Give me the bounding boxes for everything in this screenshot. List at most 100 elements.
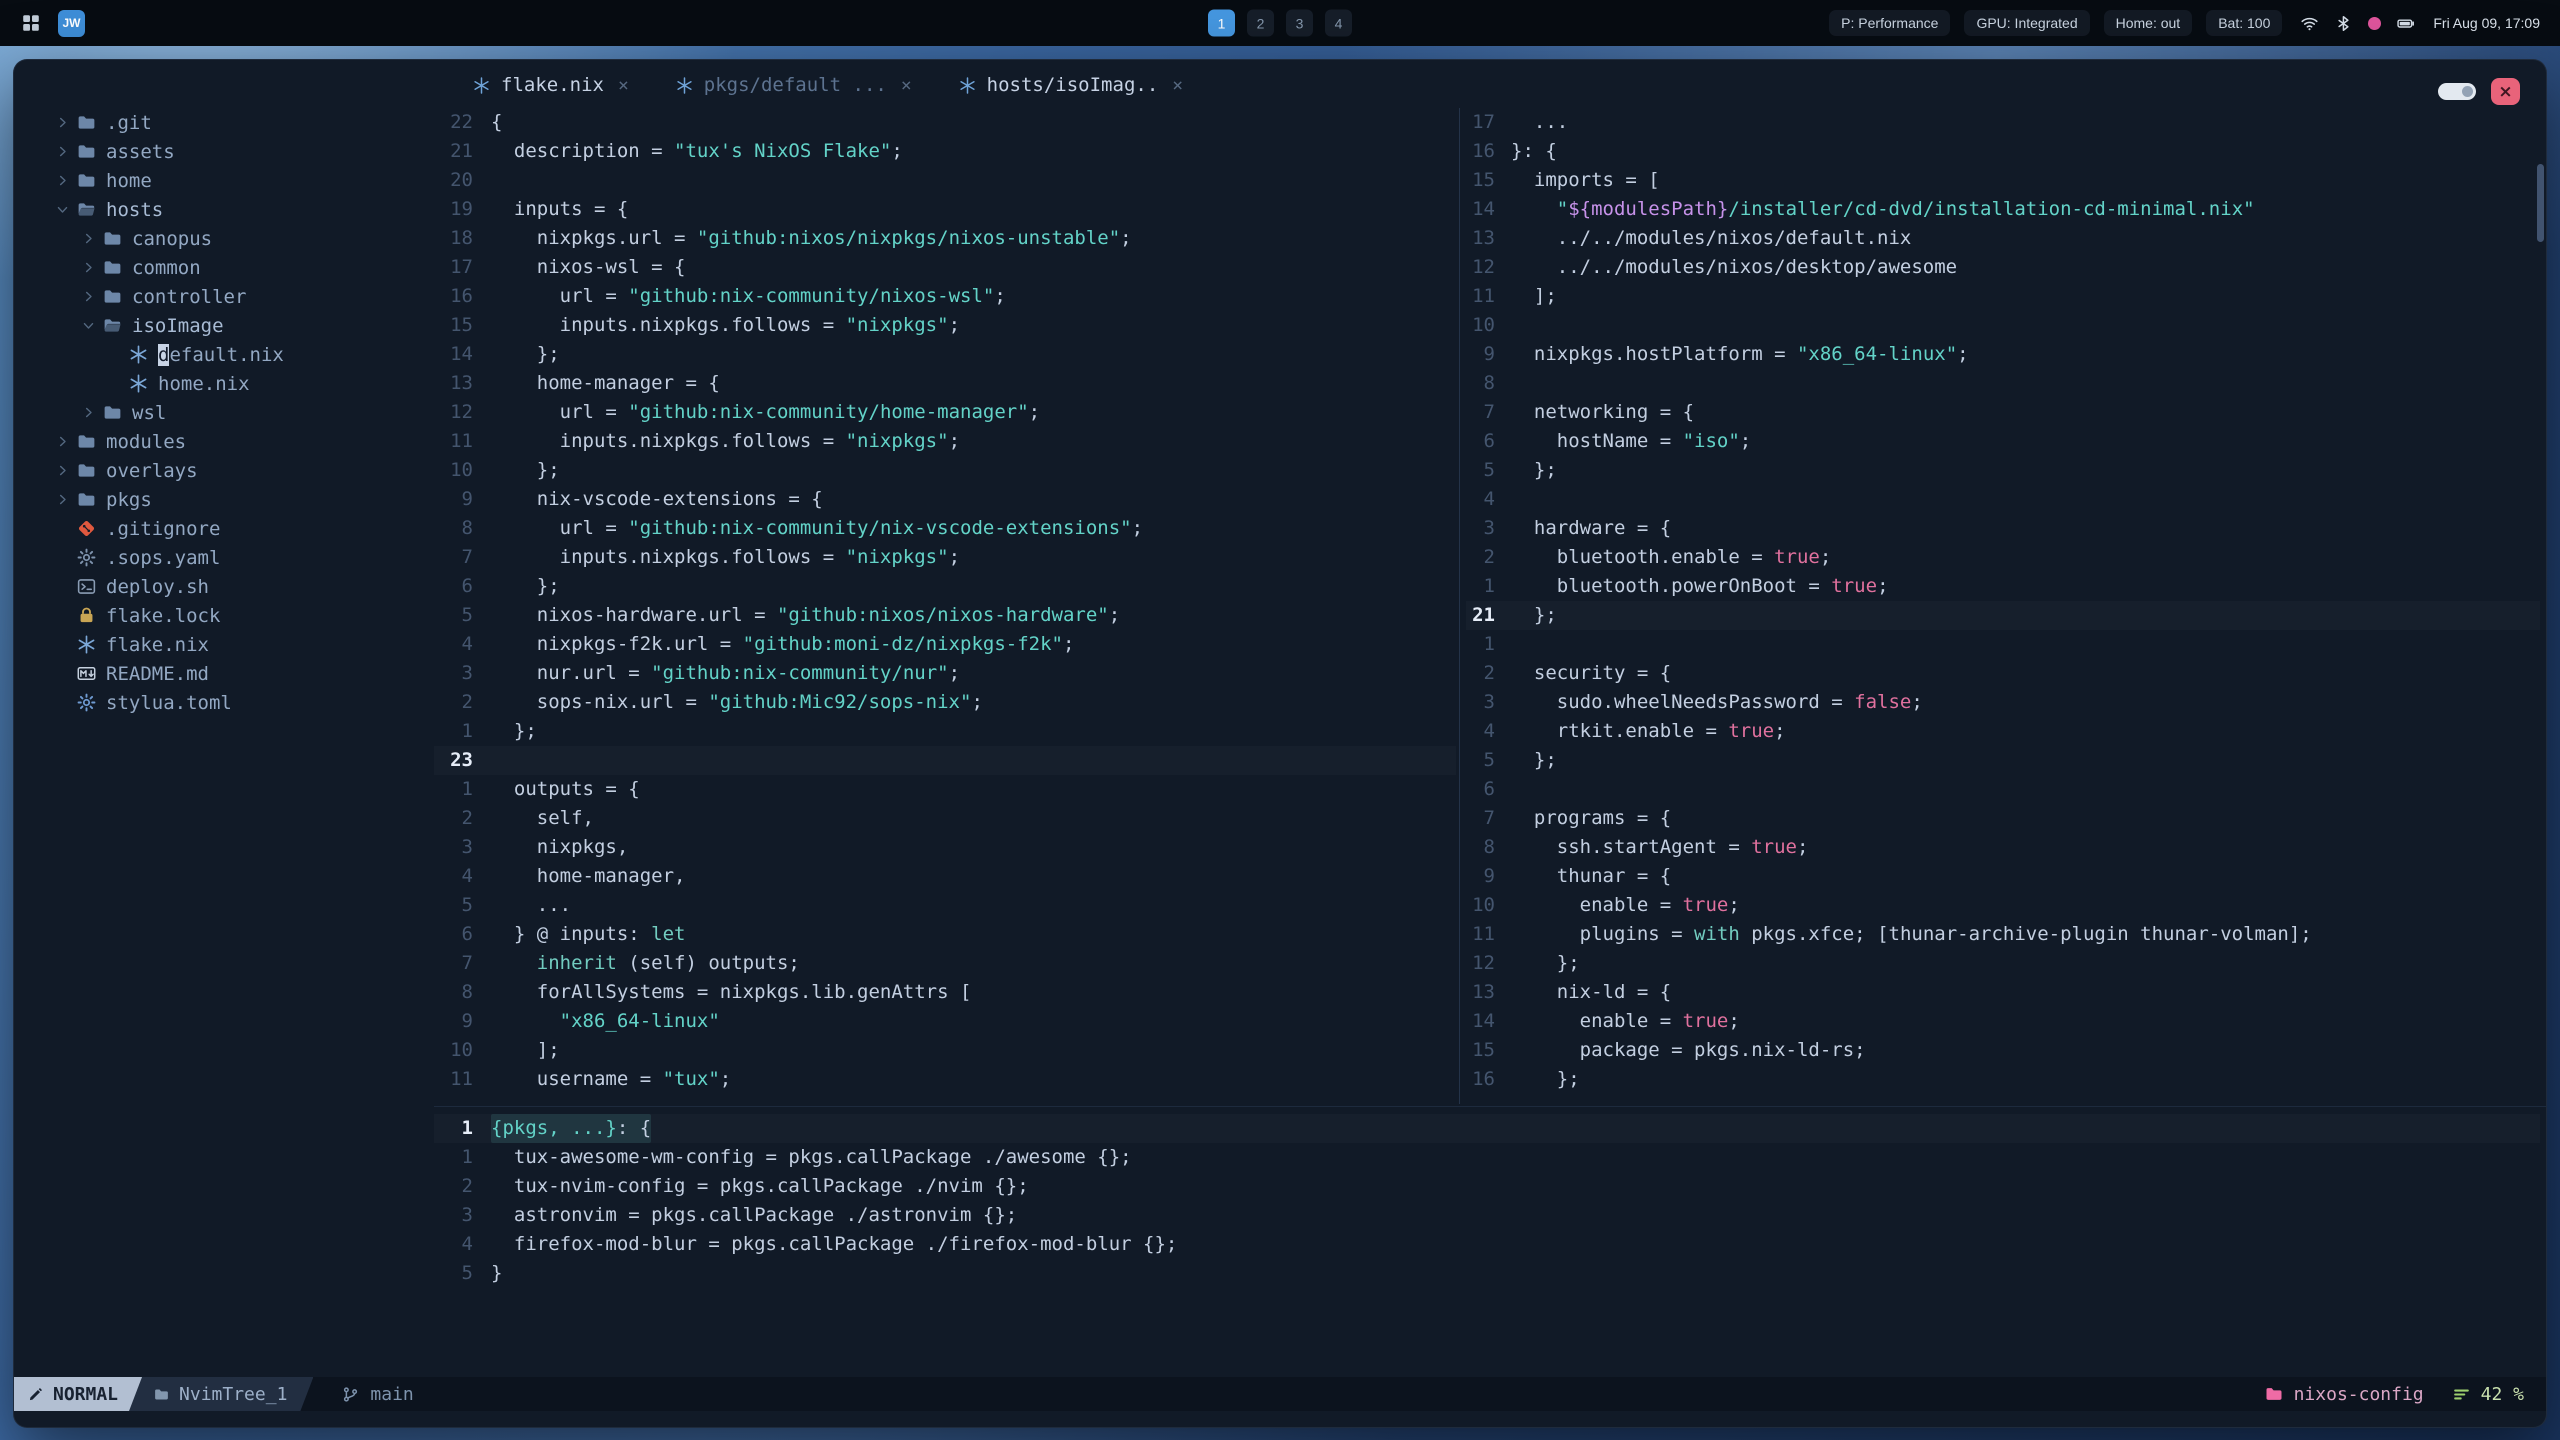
editor-flake-nix[interactable]: 22{21 description = "tux's NixOS Flake";… xyxy=(434,108,1456,1094)
code-line[interactable]: 8 url = "github:nix-community/nix-vscode… xyxy=(434,514,1456,543)
code-line[interactable]: 9 nixpkgs.hostPlatform = "x86_64-linux"; xyxy=(1466,340,2540,369)
code-line[interactable]: 14 }; xyxy=(434,340,1456,369)
code-line[interactable]: 6 }; xyxy=(434,572,1456,601)
tab-hosts-isoimag-[interactable]: hosts/isoImag.. × xyxy=(958,74,1183,96)
code-line[interactable]: 3 nixpkgs, xyxy=(434,833,1456,862)
code-line[interactable]: 14 "${modulesPath}/installer/cd-dvd/inst… xyxy=(1466,195,2540,224)
tab-close-icon[interactable]: × xyxy=(618,75,629,96)
code-line[interactable]: 14 enable = true; xyxy=(1466,1007,2540,1036)
tree-item-isoimage[interactable]: isoImage xyxy=(14,311,434,340)
code-line[interactable]: 5 }; xyxy=(1466,746,2540,775)
chevron-right-icon[interactable] xyxy=(50,172,74,190)
chevron-right-icon[interactable] xyxy=(50,114,74,132)
code-line[interactable]: 6 xyxy=(1466,775,2540,804)
tree-item-deploy-sh[interactable]: deploy.sh xyxy=(14,572,434,601)
code-line[interactable]: 19 inputs = { xyxy=(434,195,1456,224)
code-line[interactable]: 7 inputs.nixpkgs.follows = "nixpkgs"; xyxy=(434,543,1456,572)
tree-item-flake-nix[interactable]: flake.nix xyxy=(14,630,434,659)
workspace-4[interactable]: 4 xyxy=(1325,9,1352,37)
code-line[interactable]: 8 ssh.startAgent = true; xyxy=(1466,833,2540,862)
code-line[interactable]: 15 package = pkgs.nix-ld-rs; xyxy=(1466,1036,2540,1065)
code-line[interactable]: 21 }; xyxy=(1466,601,2540,630)
chevron-right-icon[interactable] xyxy=(76,288,100,306)
chevron-right-icon[interactable] xyxy=(76,259,100,277)
tree-item-overlays[interactable]: overlays xyxy=(14,456,434,485)
chevron-right-icon[interactable] xyxy=(76,404,100,422)
code-line[interactable]: 11 plugins = with pkgs.xfce; [thunar-arc… xyxy=(1466,920,2540,949)
tab-close-icon[interactable]: × xyxy=(901,75,912,96)
code-line[interactable]: 6 } @ inputs: let xyxy=(434,920,1456,949)
window-toggle[interactable] xyxy=(2438,83,2476,100)
code-line[interactable]: 15 inputs.nixpkgs.follows = "nixpkgs"; xyxy=(434,311,1456,340)
chevron-right-icon[interactable] xyxy=(76,230,100,248)
workspace-2[interactable]: 2 xyxy=(1247,9,1274,37)
code-line[interactable]: 11 username = "tux"; xyxy=(434,1065,1456,1094)
chevron-right-icon[interactable] xyxy=(50,143,74,161)
tree-item--sops-yaml[interactable]: .sops.yaml xyxy=(14,543,434,572)
code-line[interactable]: 9 "x86_64-linux" xyxy=(434,1007,1456,1036)
tree-item-home-nix[interactable]: home.nix xyxy=(14,369,434,398)
code-line[interactable]: 8 forAllSystems = nixpkgs.lib.genAttrs [ xyxy=(434,978,1456,1007)
code-line[interactable]: 9 thunar = { xyxy=(1466,862,2540,891)
code-line[interactable]: 15 imports = [ xyxy=(1466,166,2540,195)
close-button[interactable]: × xyxy=(2491,78,2520,105)
code-line[interactable]: 20 xyxy=(434,166,1456,195)
editor-pkgs-default-nix[interactable]: 1 {pkgs, ...}: {1 tux-awesome-wm-config =… xyxy=(434,1114,2540,1288)
apps-grid-icon[interactable] xyxy=(20,12,42,34)
wm-logo[interactable]: JW xyxy=(58,9,85,37)
code-line[interactable]: 5 ... xyxy=(434,891,1456,920)
tree-item-controller[interactable]: controller xyxy=(14,282,434,311)
code-line[interactable]: 7 inherit (self) outputs; xyxy=(434,949,1456,978)
code-line[interactable]: 22 { xyxy=(434,108,1456,137)
code-line[interactable]: 17 ... xyxy=(1466,108,2540,137)
tree-item-common[interactable]: common xyxy=(14,253,434,282)
code-line[interactable]: 9 nix-vscode-extensions = { xyxy=(434,485,1456,514)
code-line[interactable]: 10 }; xyxy=(434,456,1456,485)
code-line[interactable]: 13 ../../modules/nixos/default.nix xyxy=(1466,224,2540,253)
chevron-right-icon[interactable] xyxy=(50,491,74,509)
code-line[interactable]: 4 home-manager, xyxy=(434,862,1456,891)
code-line[interactable]: 1 {pkgs, ...}: { xyxy=(434,1114,2540,1143)
code-line[interactable]: 18 nixpkgs.url = "github:nixos/nixpkgs/n… xyxy=(434,224,1456,253)
tree-item--git[interactable]: .git xyxy=(14,108,434,137)
chevron-down-icon[interactable] xyxy=(50,201,74,219)
code-line[interactable]: 4 nixpkgs-f2k.url = "github:moni-dz/nixp… xyxy=(434,630,1456,659)
code-line[interactable]: 16 url = "github:nix-community/nixos-wsl… xyxy=(434,282,1456,311)
tree-item-readme-md[interactable]: README.md xyxy=(14,659,434,688)
chevron-right-icon[interactable] xyxy=(50,462,74,480)
scrollbar[interactable] xyxy=(2537,164,2544,242)
code-line[interactable]: 10 xyxy=(1466,311,2540,340)
code-line[interactable]: 1 xyxy=(1466,630,2540,659)
editor-iso-default-nix[interactable]: 17 ... 16}: {15 imports = [14 "${modulesP… xyxy=(1466,108,2540,1094)
code-line[interactable]: 2 bluetooth.enable = true; xyxy=(1466,543,2540,572)
code-line[interactable]: 2 security = { xyxy=(1466,659,2540,688)
code-line[interactable]: 12 }; xyxy=(1466,949,2540,978)
code-line[interactable]: 3 sudo.wheelNeedsPassword = false; xyxy=(1466,688,2540,717)
code-line[interactable]: 11 inputs.nixpkgs.follows = "nixpkgs"; xyxy=(434,427,1456,456)
tree-item--gitignore[interactable]: .gitignore xyxy=(14,514,434,543)
code-line[interactable]: 5 nixos-hardware.url = "github:nixos/nix… xyxy=(434,601,1456,630)
code-line[interactable]: 13 nix-ld = { xyxy=(1466,978,2540,1007)
code-line[interactable]: 11 ]; xyxy=(1466,282,2540,311)
tab-pkgs-default-[interactable]: pkgs/default ... × xyxy=(675,74,912,96)
code-line[interactable]: 17 nixos-wsl = { xyxy=(434,253,1456,282)
code-line[interactable]: 2 tux-nvim-config = pkgs.callPackage ./n… xyxy=(434,1172,2540,1201)
code-line[interactable]: 10 ]; xyxy=(434,1036,1456,1065)
code-line[interactable]: 1 bluetooth.powerOnBoot = true; xyxy=(1466,572,2540,601)
code-line[interactable]: 6 hostName = "iso"; xyxy=(1466,427,2540,456)
window-separator-horizontal[interactable] xyxy=(434,1106,2546,1107)
code-line[interactable]: 7 programs = { xyxy=(1466,804,2540,833)
code-line[interactable]: 5 }; xyxy=(1466,456,2540,485)
tree-item-modules[interactable]: modules xyxy=(14,427,434,456)
tree-item-flake-lock[interactable]: flake.lock xyxy=(14,601,434,630)
workspace-3[interactable]: 3 xyxy=(1286,9,1313,37)
tree-item-pkgs[interactable]: pkgs xyxy=(14,485,434,514)
tree-item-canopus[interactable]: canopus xyxy=(14,224,434,253)
code-line[interactable]: 3 astronvim = pkgs.callPackage ./astronv… xyxy=(434,1201,2540,1230)
tree-item-assets[interactable]: assets xyxy=(14,137,434,166)
chevron-down-icon[interactable] xyxy=(76,317,100,335)
tree-item-stylua-toml[interactable]: stylua.toml xyxy=(14,688,434,717)
tab-flake-nix[interactable]: flake.nix × xyxy=(472,74,629,96)
code-line[interactable]: 16 }; xyxy=(1466,1065,2540,1094)
code-line[interactable]: 13 home-manager = { xyxy=(434,369,1456,398)
